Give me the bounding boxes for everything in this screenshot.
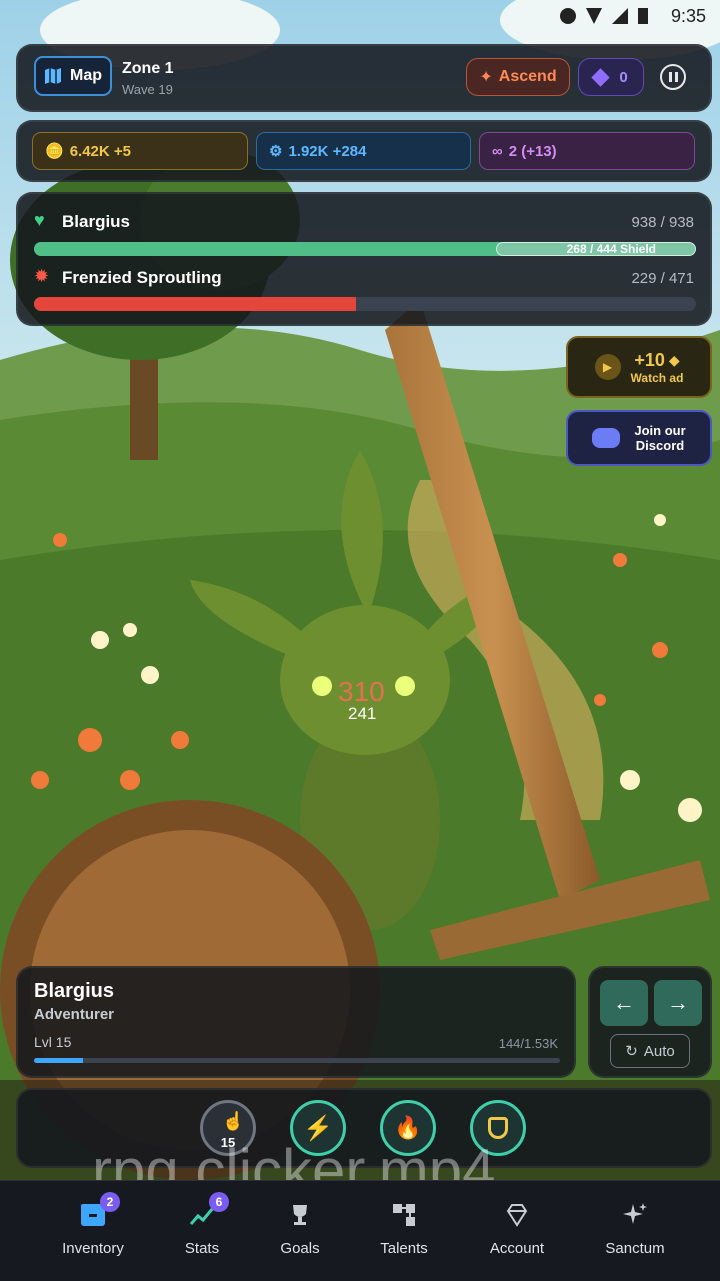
stats-badge: 6: [209, 1192, 229, 1212]
gem-icon: ◆: [668, 351, 680, 368]
gold-counter: 🪙 6.42K +5: [32, 132, 248, 170]
infinity-icon: ∞: [492, 142, 503, 160]
enemy-hp-text: 229 / 471: [631, 270, 694, 287]
refresh-icon: ↻: [625, 1043, 638, 1060]
gear-icon: ⚙: [269, 143, 283, 160]
combat-panel: ♥ Blargius 938 / 938 268 / 444 Shield ✹ …: [16, 192, 712, 326]
pause-button[interactable]: [660, 64, 686, 90]
no-sim-icon: [612, 8, 628, 24]
sparkles-icon: [623, 1203, 647, 1224]
clock: 9:35: [670, 6, 706, 26]
trophy-icon: [293, 1205, 307, 1225]
map-button[interactable]: Map: [34, 56, 112, 96]
nav-inventory[interactable]: 2 Inventory: [38, 1192, 148, 1266]
nav-account-label: Account: [489, 1240, 545, 1257]
nav-sanctum[interactable]: Sanctum: [580, 1196, 690, 1266]
xp-fill: [34, 1058, 84, 1063]
shield-text: 268 / 444 Shield: [566, 242, 656, 256]
status-bar: 9:35: [0, 0, 720, 34]
enemy-hp-bar: [34, 297, 696, 311]
notification-icon: [560, 8, 576, 24]
pause-icon: [668, 72, 678, 82]
nav-goals-label: Goals: [280, 1240, 320, 1257]
nav-stats-label: Stats: [184, 1240, 220, 1257]
player-hp-text: 938 / 938: [631, 214, 694, 231]
ascend-label: Ascend: [498, 68, 557, 85]
wave-label: Wave 19: [122, 82, 173, 97]
nav-inventory-label: Inventory: [62, 1240, 124, 1257]
sparkle-icon: ✦: [479, 69, 493, 86]
diamond-icon: [506, 1204, 528, 1227]
header-panel: Map Zone 1 Wave 19 ✦ Ascend 0: [16, 44, 712, 112]
character-name: Blargius: [34, 980, 115, 1002]
map-label: Map: [70, 67, 102, 84]
gem-icon: [591, 67, 611, 87]
previous-button[interactable]: ←: [600, 980, 648, 1026]
nav-sanctum-label: Sanctum: [605, 1240, 665, 1257]
xp-text: 144/1.53K: [498, 1036, 558, 1051]
nav-talents-label: Talents: [380, 1240, 428, 1257]
heart-icon: ♥: [34, 210, 45, 230]
player-name: Blargius: [62, 212, 131, 231]
watch-ad-button[interactable]: ▶ +10 ◆ Watch ad: [566, 336, 712, 398]
player-hp-bar: 268 / 444 Shield: [34, 242, 696, 256]
battery-icon: [638, 8, 648, 24]
tap-icon: ☝: [222, 1111, 245, 1131]
nav-stats[interactable]: 6 Stats: [147, 1192, 257, 1266]
coins-icon: 🪙: [45, 143, 64, 160]
enemy-name: Frenzied Sproutling: [62, 268, 222, 287]
discord-icon: [592, 428, 621, 448]
ad-reward: +10: [634, 349, 665, 370]
infinity-counter: ∞ 2 (+13): [479, 132, 695, 170]
character-class: Adventurer: [34, 1006, 115, 1023]
gold-value: 6.42K +5: [69, 142, 131, 160]
arrow-left-icon: ←: [613, 990, 635, 1015]
auto-button[interactable]: ↻ Auto: [610, 1034, 690, 1068]
discord-label-line1: Join our: [634, 423, 686, 438]
map-icon: [45, 68, 61, 84]
ascend-button[interactable]: ✦ Ascend: [466, 58, 570, 96]
talents-icon: [393, 1204, 415, 1226]
discord-label-line2: Discord: [635, 438, 685, 453]
zone-title: Zone 1: [122, 60, 174, 77]
inventory-badge: 2: [100, 1192, 120, 1212]
damage-number-small: 241: [348, 704, 377, 723]
character-panel: Blargius Adventurer Lvl 15 144/1.53K: [16, 966, 576, 1078]
nav-account[interactable]: Account: [462, 1196, 572, 1266]
nav-goals[interactable]: Goals: [245, 1196, 355, 1266]
gears-counter: ⚙ 1.92K +284: [256, 132, 471, 170]
enemy-hp-fill: [34, 297, 356, 311]
xp-bar: [34, 1058, 560, 1063]
character-level: Lvl 15: [34, 1034, 72, 1050]
play-icon: ▶: [594, 354, 621, 380]
gems-button[interactable]: 0: [578, 58, 644, 96]
auto-label: Auto: [643, 1042, 675, 1060]
gears-value: 1.92K +284: [288, 142, 367, 160]
movement-panel: ← → ↻ Auto: [588, 966, 712, 1078]
infinity-value: 2 (+13): [508, 142, 557, 160]
discord-button[interactable]: Join our Discord: [566, 410, 712, 466]
next-button[interactable]: →: [654, 980, 702, 1026]
gems-count: 0: [619, 68, 628, 86]
virus-icon: ✹: [34, 266, 50, 286]
watch-ad-label: Watch ad: [630, 370, 684, 385]
nav-talents[interactable]: Talents: [349, 1196, 459, 1266]
arrow-right-icon: →: [667, 990, 689, 1015]
wifi-icon: [586, 8, 602, 24]
